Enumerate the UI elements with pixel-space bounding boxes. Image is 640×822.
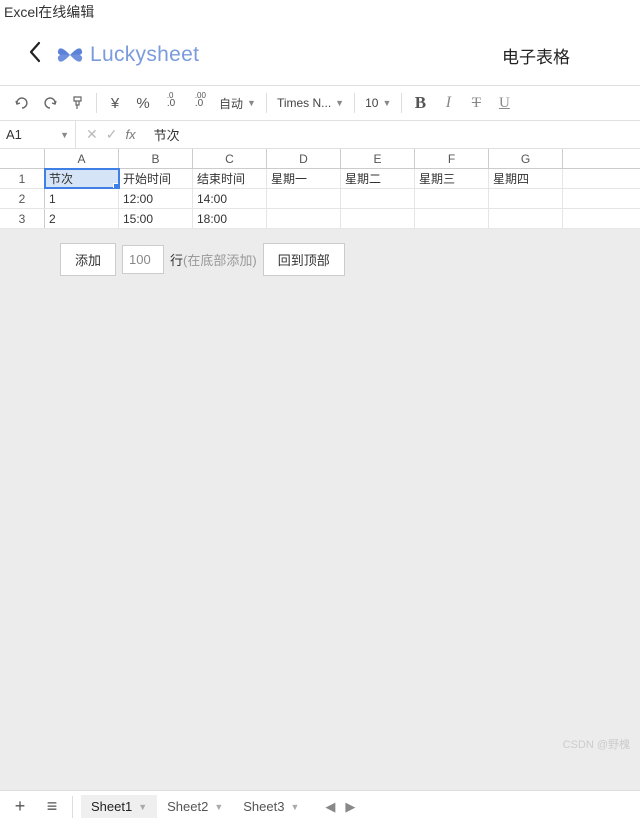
column-headers: ABCDEFG (0, 149, 640, 169)
chevron-down-icon: ▼ (138, 802, 147, 812)
column-header[interactable]: C (193, 149, 267, 168)
cell[interactable]: 星期一 (267, 169, 341, 188)
sheet-tab-label: Sheet1 (91, 799, 132, 814)
grid-empty-area[interactable] (0, 290, 640, 790)
chevron-down-icon: ▼ (60, 130, 69, 140)
sheet-tab-label: Sheet2 (167, 799, 208, 814)
chevron-down-icon: ▼ (214, 802, 223, 812)
column-header[interactable]: B (119, 149, 193, 168)
column-header[interactable]: E (341, 149, 415, 168)
separator (72, 796, 73, 818)
column-header[interactable]: D (267, 149, 341, 168)
watermark: CSDN @野槐 (563, 736, 630, 752)
fx-tools: ✕ ✓ fx (76, 126, 146, 143)
sheet-tab[interactable]: Sheet3 ▼ (233, 795, 309, 818)
footer: + ≡ Sheet1 ▼ Sheet2 ▼ Sheet3 ▼ ◀ ▶ (0, 790, 640, 822)
strikethrough-button[interactable]: T (462, 89, 490, 117)
italic-button[interactable]: I (434, 89, 462, 117)
add-rows-label: 行(在底部添加) (170, 250, 257, 269)
next-sheet-button[interactable]: ▶ (345, 799, 355, 815)
separator (266, 93, 267, 113)
format-painter-button[interactable] (64, 89, 92, 117)
number-format-dropdown[interactable]: 自动 ▼ (213, 89, 262, 117)
cell[interactable] (489, 209, 563, 228)
sheet-tab[interactable]: Sheet1 ▼ (81, 795, 157, 818)
cell[interactable] (267, 209, 341, 228)
cell[interactable]: 结束时间 (193, 169, 267, 188)
window-title: Excel在线编辑 (0, 0, 640, 25)
cell[interactable] (341, 209, 415, 228)
toolbar: ¥ % .0.0 .0.00 自动 ▼ Times N... ▼ 10 ▼ B … (0, 85, 640, 121)
cell[interactable]: 星期二 (341, 169, 415, 188)
cell[interactable]: 2 (45, 209, 119, 228)
font-family-dropdown[interactable]: Times N... ▼ (271, 89, 350, 117)
percent-button[interactable]: % (129, 89, 157, 117)
undo-button[interactable] (8, 89, 36, 117)
sheet-tab-label: Sheet3 (243, 799, 284, 814)
sheet-pager: ◀ ▶ (325, 799, 355, 815)
sheet-tab[interactable]: Sheet2 ▼ (157, 795, 233, 818)
select-all-corner[interactable] (0, 149, 45, 168)
cell[interactable]: 节次 (45, 169, 119, 188)
cell[interactable] (415, 189, 489, 208)
chevron-down-icon: ▼ (290, 802, 299, 812)
logo-text: Luckysheet (90, 43, 199, 67)
separator (354, 93, 355, 113)
cell[interactable]: 12:00 (119, 189, 193, 208)
row-header[interactable]: 3 (0, 209, 45, 228)
back-button[interactable] (28, 41, 42, 69)
cell[interactable] (415, 209, 489, 228)
cell[interactable]: 18:00 (193, 209, 267, 228)
column-header[interactable]: G (489, 149, 563, 168)
add-rows-bar: 添加 行(在底部添加) 回到顶部 (0, 229, 640, 290)
header: Luckysheet 电子表格 (0, 25, 640, 85)
decrease-decimal-button[interactable]: .0.0 (157, 89, 185, 117)
row-header[interactable]: 2 (0, 189, 45, 208)
cell[interactable]: 15:00 (119, 209, 193, 228)
chevron-down-icon: ▼ (247, 98, 256, 108)
cell[interactable]: 14:00 (193, 189, 267, 208)
redo-button[interactable] (36, 89, 64, 117)
column-header[interactable]: F (415, 149, 489, 168)
cell[interactable]: 星期三 (415, 169, 489, 188)
table-row: 3215:0018:00 (0, 209, 640, 229)
fx-label: fx (125, 127, 135, 142)
logo: Luckysheet (56, 42, 199, 68)
font-size-dropdown[interactable]: 10 ▼ (359, 89, 397, 117)
cell[interactable] (267, 189, 341, 208)
separator (96, 93, 97, 113)
page-title: 电子表格 (502, 43, 570, 68)
table-row: 1节次开始时间结束时间星期一星期二星期三星期四 (0, 169, 640, 189)
formula-input[interactable]: 节次 (146, 121, 640, 148)
logo-icon (56, 42, 84, 68)
chevron-down-icon: ▼ (335, 98, 344, 108)
separator (401, 93, 402, 113)
formula-bar: A1 ▼ ✕ ✓ fx 节次 (0, 121, 640, 149)
underline-button[interactable]: U (490, 89, 518, 117)
column-header[interactable]: A (45, 149, 119, 168)
increase-decimal-button[interactable]: .0.00 (185, 89, 213, 117)
row-header[interactable]: 1 (0, 169, 45, 188)
table-row: 2112:0014:00 (0, 189, 640, 209)
name-box[interactable]: A1 ▼ (0, 121, 76, 148)
back-to-top-button[interactable]: 回到顶部 (263, 243, 345, 276)
grid: ABCDEFG 1节次开始时间结束时间星期一星期二星期三星期四2112:0014… (0, 149, 640, 790)
sheet-list-button[interactable]: ≡ (40, 795, 64, 819)
confirm-icon[interactable]: ✓ (106, 126, 118, 143)
add-rows-count-input[interactable] (122, 245, 164, 274)
add-sheet-button[interactable]: + (8, 795, 32, 819)
cell[interactable]: 星期四 (489, 169, 563, 188)
cell[interactable] (489, 189, 563, 208)
cell[interactable]: 1 (45, 189, 119, 208)
cell[interactable] (341, 189, 415, 208)
chevron-down-icon: ▼ (382, 98, 391, 108)
add-rows-button[interactable]: 添加 (60, 243, 116, 276)
cell[interactable]: 开始时间 (119, 169, 193, 188)
cancel-icon[interactable]: ✕ (86, 126, 98, 143)
prev-sheet-button[interactable]: ◀ (325, 799, 335, 815)
bold-button[interactable]: B (406, 89, 434, 117)
currency-button[interactable]: ¥ (101, 89, 129, 117)
